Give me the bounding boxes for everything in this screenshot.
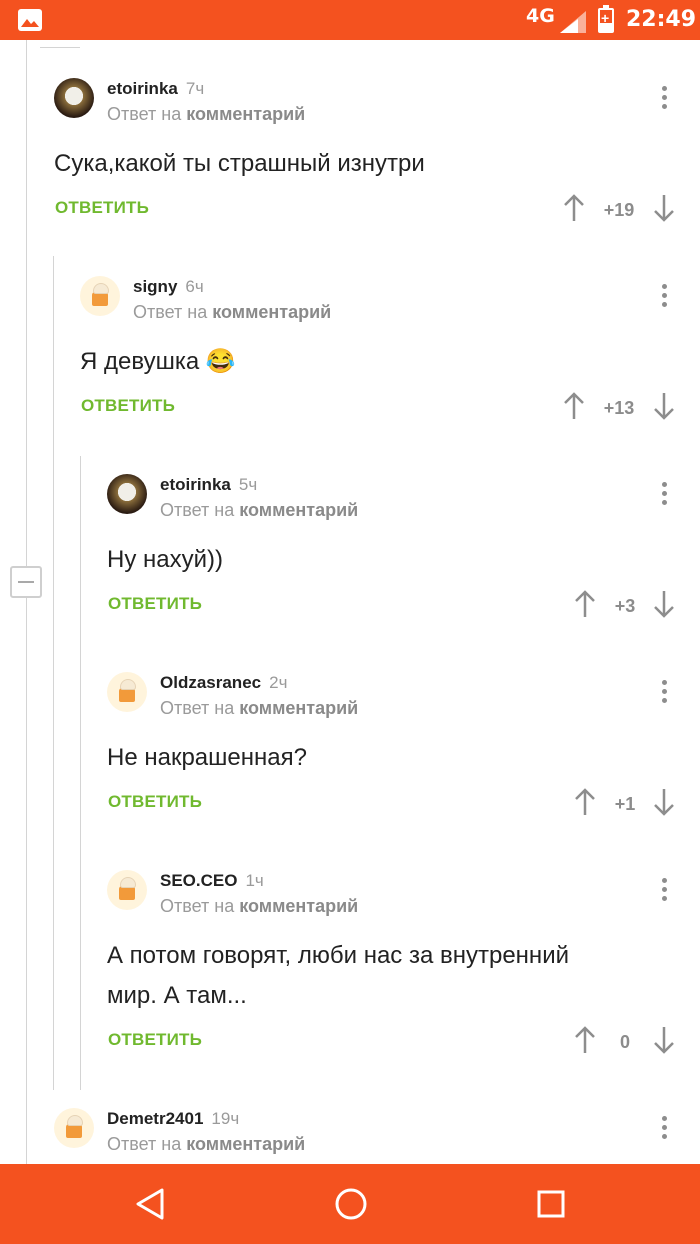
username[interactable]: signy 6ч bbox=[133, 277, 204, 297]
screen: 4G + 22:49 etoirinka 7ч Ответ на коммента… bbox=[0, 0, 700, 1244]
comment-text: Ну нахуй)) bbox=[107, 546, 223, 573]
downvote-icon[interactable] bbox=[653, 788, 675, 816]
back-triangle-icon[interactable] bbox=[134, 1184, 166, 1224]
reply-target-link[interactable]: комментарий bbox=[186, 1134, 305, 1154]
comment-time: 1ч bbox=[245, 871, 264, 890]
upvote-icon[interactable] bbox=[574, 590, 596, 618]
reply-button[interactable]: ОТВЕТИТЬ bbox=[55, 198, 149, 218]
reply-to: Ответ на комментарий bbox=[133, 302, 332, 322]
upvote-icon[interactable] bbox=[563, 194, 585, 222]
downvote-icon[interactable] bbox=[653, 1026, 675, 1054]
comment-text: Сука,какой ты страшный изнутри bbox=[54, 150, 425, 177]
reply-to: Ответ на комментарий bbox=[107, 104, 306, 124]
more-options-icon[interactable] bbox=[662, 680, 668, 704]
thread-connector bbox=[40, 40, 80, 48]
score: +1 bbox=[614, 794, 636, 814]
reply-to: Ответ на комментарий bbox=[107, 1134, 306, 1154]
avatar[interactable] bbox=[107, 672, 147, 712]
comment: signy 6ч Ответ на комментарий Я девушка 😂… bbox=[80, 276, 694, 426]
reply-button[interactable]: ОТВЕТИТЬ bbox=[108, 1030, 202, 1050]
image-icon bbox=[18, 9, 42, 31]
upvote-icon[interactable] bbox=[574, 788, 596, 816]
username[interactable]: SEO.CEO 1ч bbox=[160, 871, 264, 891]
comment-text: Я девушка 😂 bbox=[80, 348, 236, 375]
comment: SEO.CEO 1ч Ответ на комментарий А потом г… bbox=[107, 870, 694, 1060]
thread-line bbox=[26, 40, 27, 567]
comment-time: 7ч bbox=[185, 79, 205, 98]
score: +3 bbox=[614, 596, 636, 616]
clock: 22:49 bbox=[626, 7, 697, 32]
status-bar: 4G + 22:49 bbox=[0, 0, 700, 40]
username[interactable]: etoirinka 7ч bbox=[107, 79, 204, 99]
comment-time: 2ч bbox=[269, 673, 288, 692]
downvote-icon[interactable] bbox=[653, 194, 675, 222]
battery-charging-icon: + bbox=[598, 5, 614, 33]
home-circle-icon[interactable] bbox=[334, 1184, 368, 1224]
comment-time: 19ч bbox=[211, 1109, 240, 1128]
upvote-icon[interactable] bbox=[574, 1026, 596, 1054]
avatar[interactable] bbox=[80, 276, 120, 316]
more-options-icon[interactable] bbox=[662, 1116, 668, 1140]
avatar[interactable] bbox=[54, 78, 94, 118]
comment-text-line-1: А потом говорят, люби нас за внутренний bbox=[107, 942, 569, 969]
reply-target-link[interactable]: комментарий bbox=[239, 698, 358, 718]
reply-button[interactable]: ОТВЕТИТЬ bbox=[108, 792, 202, 812]
username[interactable]: Demetr2401 19ч bbox=[107, 1109, 239, 1129]
reply-target-link[interactable]: комментарий bbox=[239, 896, 358, 916]
more-options-icon[interactable] bbox=[662, 878, 668, 902]
username[interactable]: etoirinka 5ч bbox=[160, 475, 257, 495]
navigation-bar bbox=[0, 1164, 700, 1244]
comment: etoirinka 5ч Ответ на комментарий Ну наху… bbox=[107, 474, 694, 624]
avatar[interactable] bbox=[54, 1108, 94, 1148]
thread-line bbox=[53, 256, 54, 1090]
username[interactable]: Oldzasranec 2ч bbox=[160, 673, 287, 693]
thread-line bbox=[26, 598, 27, 1164]
comment-time: 6ч bbox=[185, 277, 204, 296]
reply-target-link[interactable]: комментарий bbox=[186, 104, 305, 124]
avatar[interactable] bbox=[107, 870, 147, 910]
comment: etoirinka 7ч Ответ на комментарий Сука,ка… bbox=[54, 78, 694, 228]
collapse-thread-button[interactable] bbox=[10, 566, 42, 598]
more-options-icon[interactable] bbox=[662, 482, 668, 506]
reply-button[interactable]: ОТВЕТИТЬ bbox=[81, 396, 175, 416]
reply-target-link[interactable]: комментарий bbox=[212, 302, 331, 322]
network-type: 4G bbox=[526, 5, 555, 27]
avatar[interactable] bbox=[107, 474, 147, 514]
comment: Oldzasranec 2ч Ответ на комментарий Не на… bbox=[107, 672, 694, 822]
more-options-icon[interactable] bbox=[662, 86, 668, 110]
comment-text: Не накрашенная? bbox=[107, 744, 307, 771]
thread-line bbox=[80, 456, 81, 1090]
reply-button[interactable]: ОТВЕТИТЬ bbox=[108, 594, 202, 614]
comment-text-line-2: мир. А там... bbox=[107, 982, 247, 1009]
score: 0 bbox=[619, 1032, 630, 1052]
reply-to: Ответ на комментарий bbox=[160, 698, 359, 718]
recents-square-icon[interactable] bbox=[536, 1184, 566, 1224]
comment-time: 5ч bbox=[238, 475, 258, 494]
reply-target-link[interactable]: комментарий bbox=[239, 500, 358, 520]
score: +13 bbox=[603, 398, 635, 418]
more-options-icon[interactable] bbox=[662, 284, 668, 308]
downvote-icon[interactable] bbox=[653, 392, 675, 420]
comment: Demetr2401 19ч Ответ на комментарий bbox=[54, 1108, 694, 1164]
upvote-icon[interactable] bbox=[563, 392, 585, 420]
signal-icon bbox=[560, 11, 586, 33]
score: +19 bbox=[603, 200, 635, 220]
downvote-icon[interactable] bbox=[653, 590, 675, 618]
reply-to: Ответ на комментарий bbox=[160, 500, 359, 520]
reply-to: Ответ на комментарий bbox=[160, 896, 359, 916]
